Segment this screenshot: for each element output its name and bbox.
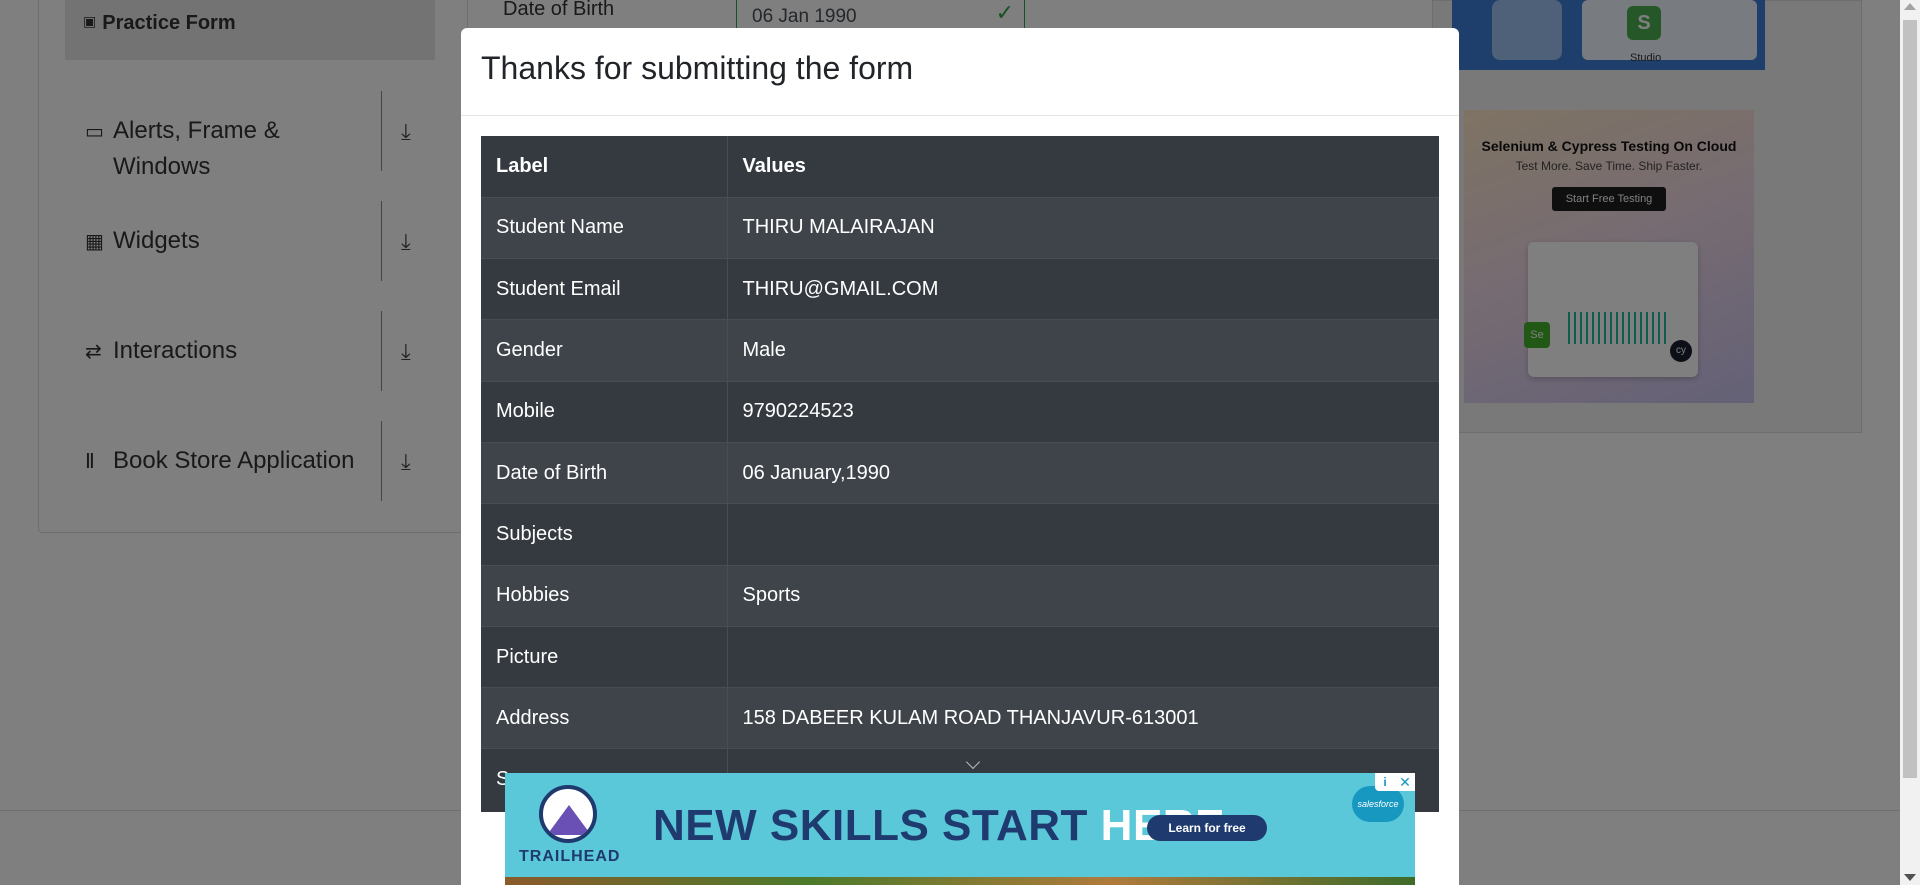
trailhead-ad[interactable]: TRAILHEAD NEW SKILLS START HERE. Learn f…: [505, 773, 1415, 885]
salesforce-logo-icon: salesforce: [1352, 786, 1404, 822]
table-header-row: Label Values: [481, 136, 1439, 198]
row-label: Address: [481, 687, 728, 749]
mountain-icon: [547, 805, 591, 835]
column-header-values: Values: [742, 154, 806, 177]
table-row: Subjects: [481, 503, 1439, 566]
ad-close-icon[interactable]: ✕: [1395, 773, 1415, 791]
row-label: Subjects: [481, 503, 728, 566]
row-label: Mobile: [481, 380, 728, 443]
ad-scene-illustration: [505, 877, 1415, 885]
row-label: Date of Birth: [481, 441, 728, 504]
row-value: Male: [727, 319, 1439, 382]
results-table-container: Label Values Student Name THIRU MALAIRAJA…: [481, 136, 1439, 812]
results-table: Label Values Student Name THIRU MALAIRAJA…: [481, 136, 1439, 811]
scroll-down-arrow-icon[interactable]: [1904, 874, 1916, 881]
table-row: Hobbies Sports: [481, 564, 1439, 627]
learn-for-free-button[interactable]: Learn for free: [1147, 815, 1267, 841]
row-value: 158 DABEER KULAM ROAD THANJAVUR-613001: [727, 687, 1439, 749]
row-value: 06 January,1990: [727, 441, 1439, 504]
table-row: Student Email THIRU@GMAIL.COM: [481, 258, 1439, 320]
row-value: Sports: [727, 564, 1439, 627]
row-value: THIRU MALAIRAJAN: [727, 196, 1439, 259]
row-value: THIRU@GMAIL.COM: [727, 258, 1439, 320]
table-row: Date of Birth 06 January,1990: [481, 441, 1439, 504]
modal-title: Thanks for submitting the form: [481, 50, 914, 86]
row-label: Picture: [481, 625, 728, 688]
row-value: [727, 503, 1439, 566]
table-row: Mobile 9790224523: [481, 380, 1439, 443]
trailhead-brand: TRAILHEAD: [519, 848, 621, 865]
table-row: Gender Male: [481, 319, 1439, 382]
table-row: Address 158 DABEER KULAM ROAD THANJAVUR-6…: [481, 687, 1439, 749]
trailhead-logo-icon: [539, 785, 597, 843]
row-label: Student Email: [481, 258, 728, 320]
ad-info-icon[interactable]: i: [1375, 773, 1395, 791]
scrollbar-thumb[interactable]: [1903, 20, 1917, 778]
modal-header: Thanks for submitting the form: [461, 28, 1459, 116]
column-header-label: Label: [481, 136, 728, 198]
row-value: [727, 625, 1439, 688]
headline-dark: NEW SKILLS START: [653, 801, 1088, 850]
row-label: Hobbies: [481, 564, 728, 627]
scroll-up-arrow-icon[interactable]: [1904, 3, 1916, 10]
row-label: Gender: [481, 319, 728, 382]
table-row: Student Name THIRU MALAIRAJAN: [481, 196, 1439, 259]
table-row: Picture: [481, 625, 1439, 688]
submission-modal: Thanks for submitting the form Label Val…: [461, 28, 1459, 885]
row-label: Student Name: [481, 196, 728, 259]
row-value: 9790224523: [727, 380, 1439, 443]
